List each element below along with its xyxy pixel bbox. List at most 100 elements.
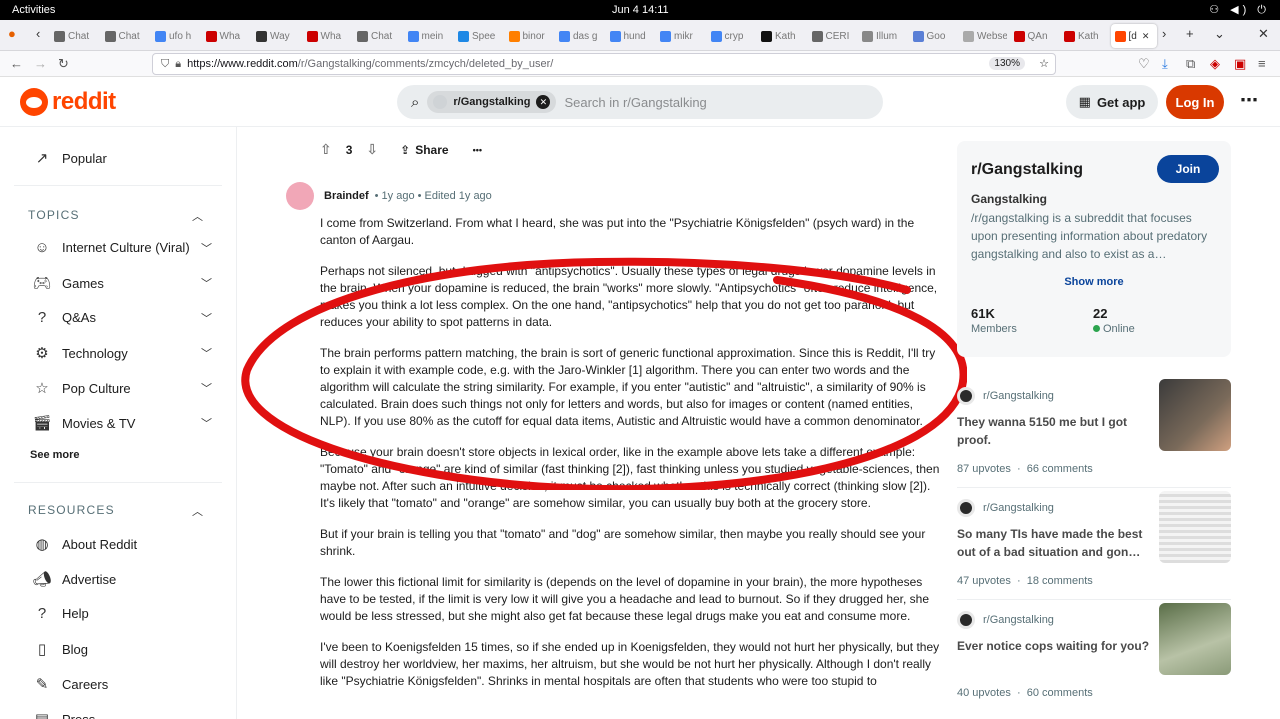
sidebar-item-press[interactable]: ▤ Press bbox=[32, 710, 212, 719]
sidebar-item-qas[interactable]: ? Q&As ﹀ bbox=[32, 309, 212, 326]
browser-tab[interactable]: Webseit bbox=[959, 24, 1007, 48]
sidebar-item-careers[interactable]: ✎ Careers bbox=[32, 675, 212, 693]
browser-tab[interactable]: mikr bbox=[656, 24, 704, 48]
browser-tab[interactable]: Illum bbox=[858, 24, 906, 48]
reload-icon[interactable]: ↻ bbox=[58, 56, 69, 72]
browser-tab[interactable]: CERI bbox=[808, 24, 856, 48]
get-app-button[interactable]: ▦ Get app bbox=[1066, 85, 1158, 119]
pocket-icon[interactable]: ♡ bbox=[1138, 56, 1150, 72]
extension-icon[interactable]: ▣ bbox=[1234, 56, 1246, 72]
chevron-up-icon[interactable]: ︿ bbox=[192, 503, 204, 519]
remove-chip-icon[interactable]: ✕ bbox=[536, 95, 551, 109]
upvote-icon[interactable]: ⇧ bbox=[320, 141, 332, 158]
firefox-view-icon[interactable]: ● bbox=[8, 26, 16, 41]
share-label: Share bbox=[415, 142, 449, 157]
sidebar-item-blog[interactable]: ▯ Blog bbox=[32, 640, 212, 658]
chevron-down-icon[interactable]: ﹀ bbox=[201, 240, 212, 256]
sidebar-item-pop-culture[interactable]: ☆ Pop Culture ﹀ bbox=[32, 379, 212, 397]
post-thumbnail[interactable] bbox=[1159, 603, 1231, 675]
related-post-title[interactable]: They wanna 5150 me but I got proof. bbox=[957, 413, 1153, 449]
zoom-level[interactable]: 130% bbox=[989, 57, 1025, 70]
chevron-down-icon[interactable]: ﹀ bbox=[201, 275, 212, 291]
resources-section-header[interactable]: RESOURCES ︿ bbox=[28, 503, 203, 518]
shield-icon[interactable]: ⛉ bbox=[161, 58, 169, 71]
related-post[interactable]: r/Gangstalking They wanna 5150 me but I g… bbox=[957, 379, 1231, 497]
ublock-icon[interactable]: ◈ bbox=[1210, 56, 1220, 72]
user-avatar[interactable] bbox=[286, 182, 314, 210]
close-tab-icon[interactable]: ✕ bbox=[1142, 31, 1150, 42]
show-more-button[interactable]: Show more bbox=[957, 276, 1231, 288]
browser-tab[interactable]: Chat bbox=[353, 24, 401, 48]
browser-tab[interactable]: mein bbox=[404, 24, 452, 48]
related-post-title[interactable]: Ever notice cops waiting for you? bbox=[957, 637, 1153, 655]
new-tab-icon[interactable]: + bbox=[1186, 26, 1194, 41]
browser-tab[interactable]: Goo bbox=[909, 24, 957, 48]
browser-tab[interactable]: Chat bbox=[50, 24, 98, 48]
related-post[interactable]: r/Gangstalking Ever notice cops waiting f… bbox=[957, 603, 1231, 719]
chevron-down-icon[interactable]: ﹀ bbox=[201, 380, 212, 396]
url-bar[interactable]: ⛉ 🔒︎ https://www.reddit.com/r/Gangstalki… bbox=[152, 53, 1056, 75]
join-button[interactable]: Join bbox=[1157, 155, 1219, 183]
browser-tab[interactable]: Kath bbox=[1060, 24, 1108, 48]
post-thumbnail[interactable] bbox=[1159, 379, 1231, 451]
login-button[interactable]: Log In bbox=[1166, 85, 1224, 119]
chevron-down-icon[interactable]: ﹀ bbox=[201, 415, 212, 431]
browser-tab[interactable]: das g bbox=[555, 24, 603, 48]
search-bar[interactable]: ⌕ r/Gangstalking ✕ Search in r/Gangstalk… bbox=[397, 85, 883, 119]
tab-scroll-left-icon[interactable]: ‹ bbox=[36, 26, 40, 41]
browser-tab[interactable]: Kath bbox=[757, 24, 805, 48]
back-icon[interactable]: ← bbox=[10, 56, 23, 71]
sidebar-item-advertise[interactable]: 📣︎ Advertise bbox=[32, 570, 212, 588]
browser-tab[interactable]: QAn bbox=[1010, 24, 1058, 48]
post-thumbnail[interactable] bbox=[1159, 491, 1231, 563]
browser-tab[interactable]: ufo h bbox=[151, 24, 199, 48]
system-tray-icons[interactable]: ⚇ ◀) ⏻ bbox=[1209, 3, 1270, 17]
search-input[interactable]: Search in r/Gangstalking bbox=[564, 95, 706, 110]
clock[interactable]: Jun 4 14:11 bbox=[612, 4, 669, 16]
chevron-up-icon[interactable]: ︿ bbox=[192, 208, 204, 224]
search-subreddit-chip[interactable]: r/Gangstalking ✕ bbox=[427, 91, 557, 113]
see-more-button[interactable]: See more bbox=[30, 449, 210, 461]
menu-icon[interactable]: ≡ bbox=[1258, 56, 1266, 71]
sidebar-item-games[interactable]: 🎮︎ Games ﹀ bbox=[32, 274, 212, 292]
chevron-down-icon[interactable]: ﹀ bbox=[201, 310, 212, 326]
browser-tab[interactable]: Way bbox=[252, 24, 300, 48]
downvote-icon[interactable]: ⇩ bbox=[366, 141, 378, 158]
related-post-subreddit[interactable]: r/Gangstalking bbox=[957, 611, 1054, 629]
downloads-icon[interactable]: ⤓ bbox=[1162, 56, 1168, 72]
comment-author[interactable]: Braindef bbox=[324, 190, 369, 202]
chevron-down-icon[interactable]: ﹀ bbox=[201, 345, 212, 361]
browser-tab[interactable]: [d ✕ bbox=[1110, 24, 1157, 48]
list-tabs-icon[interactable]: ⌄ bbox=[1214, 26, 1225, 42]
forward-icon[interactable]: → bbox=[34, 56, 47, 71]
browser-tab[interactable]: Wha bbox=[202, 24, 250, 48]
extensions-icon[interactable]: ⧉ bbox=[1186, 56, 1195, 72]
share-button[interactable]: ⇪ Share bbox=[400, 143, 448, 157]
sidebar-item-popular[interactable]: ↗ Popular bbox=[32, 149, 212, 167]
sidebar-item-movies-tv[interactable]: 🎬︎ Movies & TV ﹀ bbox=[32, 414, 212, 432]
more-actions-button[interactable]: ••• bbox=[473, 145, 482, 155]
sidebar-item-help[interactable]: ? Help bbox=[32, 605, 212, 622]
sidebar-item-internet-culture[interactable]: ☺ Internet Culture (Viral) ﹀ bbox=[32, 239, 212, 256]
related-post-subreddit[interactable]: r/Gangstalking bbox=[957, 387, 1054, 405]
sidebar-item-technology[interactable]: ⚙ Technology ﹀ bbox=[32, 344, 212, 362]
tab-scroll-right-icon[interactable]: › bbox=[1162, 26, 1166, 41]
browser-tab[interactable]: binor bbox=[505, 24, 553, 48]
activities-button[interactable]: Activities bbox=[12, 4, 55, 16]
reddit-logo[interactable]: reddit bbox=[20, 88, 116, 116]
lock-icon[interactable]: 🔒︎ bbox=[175, 58, 181, 71]
related-post[interactable]: r/Gangstalking So many TIs have made the … bbox=[957, 491, 1231, 609]
related-post-title[interactable]: So many TIs have made the best out of a … bbox=[957, 525, 1153, 561]
related-post-subreddit[interactable]: r/Gangstalking bbox=[957, 499, 1054, 517]
sidebar-item-about-reddit[interactable]: ◍ About Reddit bbox=[32, 535, 212, 553]
community-name[interactable]: r/Gangstalking bbox=[971, 161, 1083, 179]
browser-tab[interactable]: cryp bbox=[707, 24, 755, 48]
more-options-icon[interactable]: ⋯ bbox=[1240, 90, 1258, 111]
browser-tab[interactable]: Spee bbox=[454, 24, 502, 48]
topics-section-header[interactable]: TOPICS ︿ bbox=[28, 208, 203, 223]
close-window-icon[interactable]: ✕ bbox=[1258, 26, 1269, 42]
browser-tab[interactable]: hund bbox=[606, 24, 654, 48]
browser-tab[interactable]: Chat bbox=[101, 24, 149, 48]
browser-tab[interactable]: Wha bbox=[303, 24, 351, 48]
bookmark-star-icon[interactable]: ☆ bbox=[1039, 57, 1049, 70]
